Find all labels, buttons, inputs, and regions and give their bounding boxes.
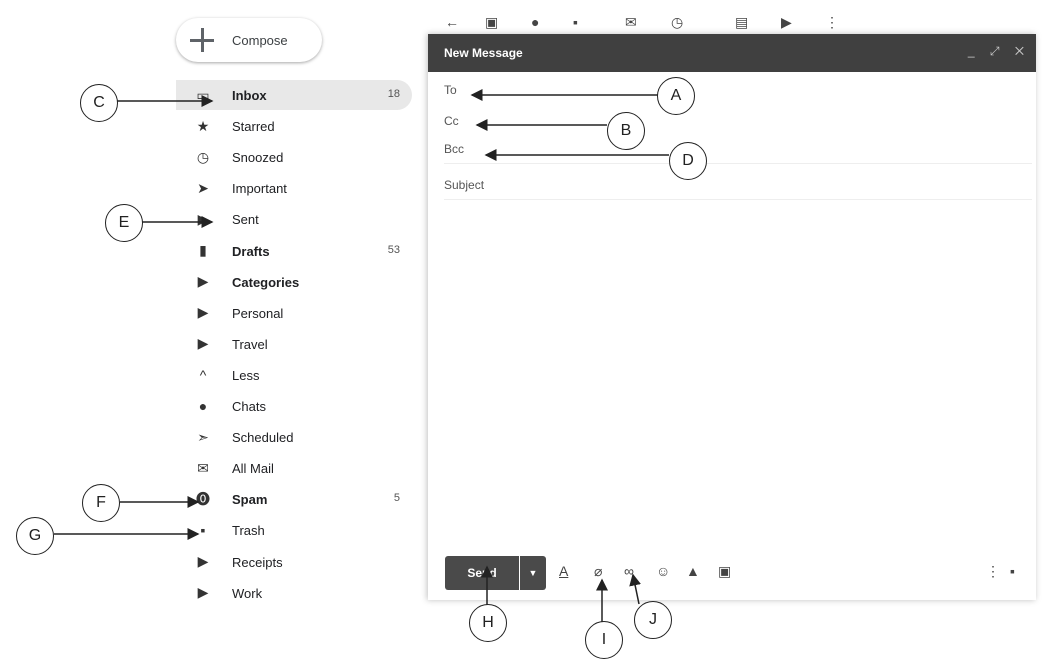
sidebar-item-label: Personal (232, 305, 284, 321)
sidebar-item-receipts[interactable]: ▶ Receipts (176, 547, 412, 577)
sidebar-item-label: Starred (232, 119, 275, 135)
field-divider (444, 163, 1032, 164)
sidebar-item-trash[interactable]: ▪ Trash (176, 515, 412, 545)
formatting-icon[interactable]: A (559, 563, 568, 579)
inbox-icon: ▭ (196, 86, 210, 103)
sidebar-item-work[interactable]: ▶ Work (176, 578, 412, 608)
mark-read-icon[interactable]: ✉ (625, 14, 637, 31)
sidebar-item-chats[interactable]: ● Chats (176, 391, 412, 421)
delete-icon[interactable]: ▪ (573, 14, 578, 30)
compose-window-header: New Message _ ⤢ ✕ (428, 34, 1036, 72)
mail-icon: ✉ (197, 459, 209, 476)
to-field[interactable]: To (444, 83, 457, 97)
sidebar-item-label: Chats (232, 399, 266, 414)
photo-icon[interactable]: ▣ (718, 563, 731, 580)
cc-field[interactable]: Cc (444, 114, 459, 128)
bcc-field[interactable]: Bcc (444, 142, 464, 156)
sidebar-item-spam[interactable]: ⓿ Spam 5 (176, 484, 412, 514)
compose-label: Compose (232, 32, 288, 48)
field-divider (444, 199, 1032, 200)
sidebar-item-important[interactable]: ➤ Important (176, 173, 412, 203)
sidebar-item-label: Travel (232, 336, 268, 352)
sidebar-item-personal[interactable]: ▶ Personal (176, 298, 412, 328)
sidebar-item-categories[interactable]: ▶ Categories (176, 267, 412, 297)
sidebar-item-label: Inbox (232, 88, 267, 103)
more-options-icon[interactable]: ⋮ (986, 563, 1000, 580)
sidebar-item-label: Sent (232, 212, 259, 228)
label-icon: ▶ (197, 304, 209, 321)
sidebar-item-label: Work (232, 585, 263, 601)
sidebar-item-less[interactable]: ^ Less (176, 360, 412, 390)
plus-icon (190, 28, 214, 52)
callout-j: J (634, 601, 672, 639)
callout-d: D (669, 142, 707, 180)
draft-icon: ▮ (199, 242, 207, 258)
send-button[interactable]: Send (445, 556, 519, 590)
compose-window-title: New Message (444, 46, 523, 60)
emoji-icon[interactable]: ☺ (656, 563, 670, 579)
send-options-icon[interactable]: ▼ (520, 556, 546, 590)
compose-button[interactable]: Compose (176, 18, 322, 62)
scheduled-icon: ➣ (197, 428, 209, 445)
sidebar: Compose ▭ Inbox 18 ★ Starred ◷ Snoozed ➤ Importa… (0, 0, 430, 658)
drive-icon[interactable]: ▲ (686, 563, 700, 579)
sidebar-item-label: Categories (232, 274, 300, 290)
sidebar-item-scheduled[interactable]: ➣ Scheduled (176, 422, 412, 452)
sidebar-item-label: Receipts (232, 554, 283, 570)
label-icon: ▶ (197, 273, 209, 290)
callout-g: G (16, 517, 54, 555)
trash-icon: ▪ (200, 522, 206, 539)
sidebar-item-label: Spam (232, 492, 268, 508)
chevron-up-icon: ^ (199, 366, 207, 383)
more-vert-icon[interactable]: ⋮ (825, 14, 839, 31)
archive-icon[interactable]: ▣ (485, 14, 498, 31)
label-icon[interactable]: ▶ (781, 14, 792, 31)
important-icon: ➤ (197, 179, 209, 196)
sidebar-item-label: Scheduled (232, 430, 294, 446)
label-icon: ▶ (197, 335, 209, 352)
sidebar-item-label: Less (232, 367, 260, 383)
callout-c: C (80, 84, 118, 122)
mail-toolbar: ← ▣ ● ▪ ✉ ◷ ▤ ▶ ⋮ (445, 14, 905, 34)
sidebar-item-label: Important (232, 181, 287, 197)
star-icon: ★ (196, 117, 210, 134)
snooze-icon[interactable]: ◷ (671, 14, 683, 31)
sidebar-item-inbox[interactable]: ▭ Inbox 18 (176, 80, 412, 110)
unread-count: 5 (393, 492, 400, 505)
sidebar-item-sent[interactable]: ▶ Sent (176, 204, 412, 234)
subject-field[interactable]: Subject (444, 178, 484, 192)
chat-icon: ● (198, 398, 208, 414)
sidebar-item-label: Trash (232, 523, 265, 539)
callout-b: B (607, 112, 645, 150)
clock-icon: ◷ (196, 148, 210, 165)
callout-i: I (585, 621, 623, 659)
unread-count: 53 (387, 243, 400, 256)
label-icon: ▶ (197, 553, 209, 569)
back-arrow-icon[interactable]: ← (445, 14, 459, 30)
link-icon[interactable]: ∞ (624, 563, 634, 579)
callout-f: F (82, 484, 120, 522)
callout-e: E (105, 204, 143, 242)
report-spam-icon[interactable]: ● (531, 14, 539, 30)
attach-icon[interactable]: ⌀ (594, 563, 602, 580)
unread-count: 18 (387, 88, 400, 100)
sidebar-item-drafts[interactable]: ▮ Drafts 53 (176, 236, 412, 266)
callout-h: H (469, 604, 507, 642)
callout-a: A (657, 77, 695, 115)
sidebar-item-snoozed[interactable]: ◷ Snoozed (176, 142, 412, 172)
send-icon: ▶ (197, 210, 209, 227)
sidebar-item-travel[interactable]: ▶ Travel (176, 329, 412, 359)
sidebar-item-label: Drafts (232, 243, 270, 259)
move-to-icon[interactable]: ▤ (735, 14, 748, 31)
sidebar-item-label: Snoozed (232, 150, 284, 166)
sidebar-item-all-mail[interactable]: ✉ All Mail (176, 453, 412, 483)
window-controls-icon[interactable]: _ ⤢ ✕ (968, 44, 1030, 59)
discard-icon[interactable]: ▪ (1010, 563, 1015, 579)
spam-icon: ⓿ (196, 491, 210, 508)
label-icon: ▶ (197, 584, 209, 601)
sidebar-item-starred[interactable]: ★ Starred (176, 111, 412, 141)
sidebar-item-label: All Mail (232, 461, 274, 477)
compose-window: New Message _ ⤢ ✕ To Cc Bcc Subject Send… (428, 34, 1036, 600)
